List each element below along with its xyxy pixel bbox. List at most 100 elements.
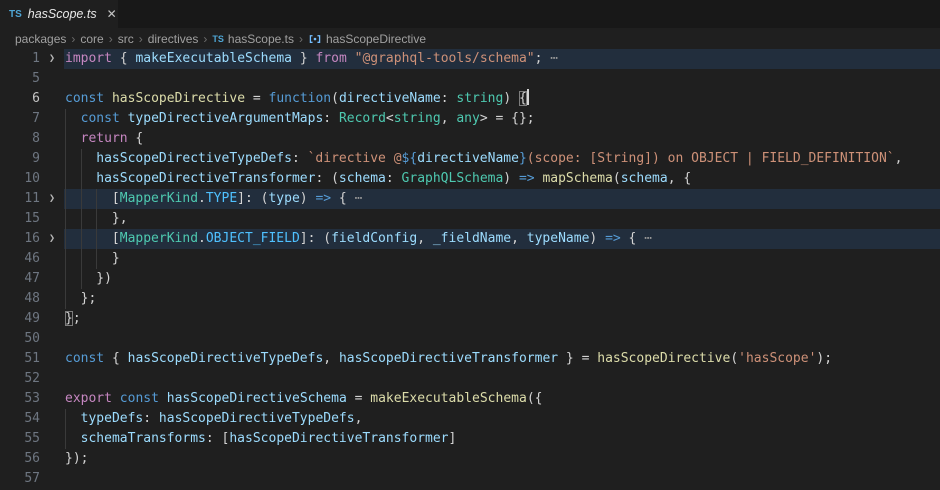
breadcrumb-separator: › [299, 32, 303, 46]
code-token: from [315, 51, 346, 66]
line-number: 47 [0, 269, 40, 289]
code-token: `directive @ [308, 151, 402, 166]
code-token: schema [621, 171, 668, 186]
breadcrumb-label: hasScopeDirective [326, 32, 426, 46]
indent-guide [65, 149, 81, 169]
code-token: TYPE [206, 191, 237, 206]
code-line: 6const hasScopeDirective = function(dire… [0, 89, 940, 109]
code-line-content[interactable]: const typeDirectiveArgumentMaps: Record<… [64, 109, 940, 129]
code-token: hasScopeDirectiveTypeDefs [128, 351, 324, 366]
code-line-content[interactable]: } [64, 249, 940, 269]
code-line: 7const typeDirectiveArgumentMaps: Record… [0, 109, 940, 129]
code-line-content[interactable] [64, 69, 940, 89]
code-line-content[interactable]: [MapperKind.TYPE]: (type) => { ⋯ [64, 189, 940, 209]
code-line-content[interactable]: hasScopeDirectiveTypeDefs: `directive @$… [64, 149, 940, 169]
code-token: export [65, 391, 112, 406]
code-line-content[interactable] [64, 469, 940, 489]
indent-guide [65, 249, 81, 269]
code-token: ) [589, 231, 605, 246]
breadcrumb-label: directives [148, 32, 199, 46]
fold-chevron-icon[interactable]: ❯ [40, 229, 64, 249]
line-number: 1 [0, 49, 40, 69]
typescript-file-icon: TS [212, 34, 224, 44]
code-token: fieldConfig [331, 231, 417, 246]
code-line-content[interactable]: return { [64, 129, 940, 149]
breadcrumb-item-hasscopedirective[interactable]: hasScopeDirective [308, 32, 426, 46]
fold-gutter [40, 129, 64, 149]
breadcrumb-item-directives[interactable]: directives [148, 32, 199, 46]
breadcrumb-item-hasscope-ts[interactable]: TShasScope.ts [212, 32, 294, 46]
code-token: const [65, 91, 104, 106]
indent-guide [65, 229, 81, 249]
code-token: ({ [527, 391, 543, 406]
fold-gutter [40, 109, 64, 129]
fold-gutter [40, 349, 64, 369]
close-icon[interactable]: ✕ [107, 7, 117, 21]
indent-guide [96, 249, 112, 269]
code-line-content[interactable]: }) [64, 269, 940, 289]
breadcrumb-item-core[interactable]: core [80, 32, 103, 46]
code-token: ]: ( [237, 191, 268, 206]
code-line-content[interactable]: export const hasScopeDirectiveSchema = m… [64, 389, 940, 409]
code-token: ) [503, 91, 519, 106]
indent-guide [96, 189, 112, 209]
folded-code-ellipsis: ⋯ [550, 51, 558, 66]
line-number: 50 [0, 329, 40, 349]
code-line-content[interactable]: }; [64, 289, 940, 309]
indent-guide [65, 289, 81, 309]
breadcrumb-item-src[interactable]: src [118, 32, 134, 46]
code-line: 1❯import { makeExecutableSchema } from "… [0, 49, 940, 69]
code-token: : [143, 411, 159, 426]
code-token: = [347, 391, 370, 406]
line-number: 56 [0, 449, 40, 469]
code-line-content[interactable]: const { hasScopeDirectiveTypeDefs, hasSc… [64, 349, 940, 369]
fold-chevron-icon[interactable]: ❯ [40, 189, 64, 209]
code-editor: 1❯import { makeExecutableSchema } from "… [0, 49, 940, 489]
fold-gutter [40, 89, 64, 109]
code-line-content[interactable]: schemaTransforms: [hasScopeDirectiveTran… [64, 429, 940, 449]
code-line-content[interactable]: typeDefs: hasScopeDirectiveTypeDefs, [64, 409, 940, 429]
code-line-content[interactable] [64, 329, 940, 349]
breadcrumb-item-packages[interactable]: packages [15, 32, 66, 46]
code-line-content[interactable]: }); [64, 449, 940, 469]
code-token: , [511, 231, 527, 246]
code-token: } [65, 311, 73, 326]
line-number: 9 [0, 149, 40, 169]
typescript-file-icon: TS [9, 9, 22, 20]
indent-guide [65, 109, 81, 129]
code-token: ( [331, 91, 339, 106]
code-token: , [417, 231, 433, 246]
code-line-content[interactable]: }; [64, 309, 940, 329]
breadcrumb-separator: › [109, 32, 113, 46]
code-line-content[interactable] [64, 369, 940, 389]
code-token: = [245, 91, 268, 106]
indent-guide [81, 269, 97, 289]
code-token: , [441, 111, 457, 126]
code-line-content[interactable]: hasScopeDirectiveTransformer: (schema: G… [64, 169, 940, 189]
breadcrumb-separator: › [139, 32, 143, 46]
code-line-content[interactable]: import { makeExecutableSchema } from "@g… [64, 49, 940, 69]
line-number: 11 [0, 189, 40, 209]
line-number: 49 [0, 309, 40, 329]
code-token: hasScopeDirectiveTypeDefs [159, 411, 355, 426]
code-line: 48}; [0, 289, 940, 309]
line-number: 55 [0, 429, 40, 449]
code-token: , [895, 151, 903, 166]
tab-hasscope[interactable]: TS hasScope.ts ✕ [0, 0, 118, 28]
indent-guide [81, 249, 97, 269]
code-line-content[interactable]: [MapperKind.OBJECT_FIELD]: (fieldConfig,… [64, 229, 940, 249]
code-token: 'hasScope' [738, 351, 816, 366]
indent-guide [81, 209, 97, 229]
code-token: ; [73, 311, 81, 326]
code-token: makeExecutableSchema [135, 51, 292, 66]
code-line: 47}) [0, 269, 940, 289]
code-line: 5 [0, 69, 940, 89]
code-token: { [112, 51, 135, 66]
line-number: 54 [0, 409, 40, 429]
code-token: schema [339, 171, 386, 186]
fold-chevron-icon[interactable]: ❯ [40, 49, 64, 69]
code-line-content[interactable]: const hasScopeDirective = function(direc… [64, 89, 940, 109]
code-token: { [519, 91, 527, 106]
code-line-content[interactable]: }, [64, 209, 940, 229]
code-token: OBJECT_FIELD [206, 231, 300, 246]
